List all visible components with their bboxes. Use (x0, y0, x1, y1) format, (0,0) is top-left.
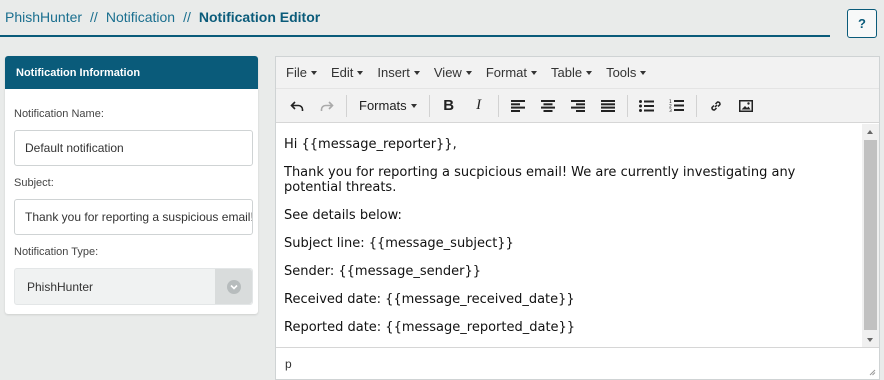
caret-down-icon (531, 70, 537, 75)
resize-handle-icon[interactable] (868, 368, 876, 376)
content-paragraph: Thank you for reporting a sucpicious ema… (284, 165, 796, 195)
menu-insert[interactable]: Insert (373, 65, 430, 80)
editor-statusbar: p (276, 347, 879, 379)
scroll-up-icon[interactable] (867, 130, 873, 134)
bullet-list-icon[interactable] (632, 93, 662, 119)
menu-format[interactable]: Format (482, 65, 547, 80)
element-path[interactable]: p (285, 357, 292, 371)
page-title: Notification Editor (198, 9, 321, 25)
menu-edit-label: Edit (330, 65, 354, 80)
chevron-down-icon (226, 279, 241, 294)
caret-down-icon (640, 70, 647, 75)
editor-toolbar: Formats B I 123 (276, 89, 879, 123)
toolbar-divider (626, 94, 628, 117)
editor-content-area[interactable]: Hi {{message_reporter}}, Thank you for r… (276, 124, 863, 348)
breadcrumb-link-phishhunter[interactable]: PhishHunter (5, 9, 82, 25)
notification-type-label: Notification Type: (14, 246, 99, 258)
caret-down-icon (586, 70, 593, 75)
page-header: PhishHunter // Notification // Notification … (0, 0, 830, 37)
breadcrumb-separator: // (90, 9, 98, 25)
align-left-icon[interactable] (503, 93, 533, 119)
caret-down-icon (410, 103, 417, 108)
scroll-down-icon[interactable] (867, 338, 873, 342)
content-paragraph: Reported date: {{message_reported_date}} (284, 320, 576, 335)
formats-dropdown[interactable]: Formats (351, 93, 425, 119)
numbered-list-icon[interactable]: 123 (662, 93, 692, 119)
formats-label: Formats (359, 98, 407, 113)
image-icon[interactable] (731, 93, 761, 119)
menu-table[interactable]: Table (547, 65, 602, 80)
notification-name-input[interactable]: Default notification (14, 130, 253, 166)
editor-scrollbar[interactable] (862, 124, 879, 348)
breadcrumb: PhishHunter // Notification // Notification … (5, 9, 320, 25)
align-center-icon[interactable] (533, 93, 563, 119)
caret-down-icon (310, 70, 317, 75)
undo-icon[interactable] (282, 93, 312, 119)
toolbar-divider (695, 94, 697, 117)
align-right-icon[interactable] (563, 93, 593, 119)
toolbar-divider (346, 94, 347, 117)
content-paragraph: Sender: {{message_sender}} (284, 264, 481, 279)
menu-file[interactable]: File (282, 65, 327, 80)
menu-view[interactable]: View (430, 65, 482, 80)
notification-type-value: PhishHunter (27, 279, 94, 294)
menu-view-label: View (433, 65, 462, 80)
menu-edit[interactable]: Edit (327, 65, 373, 80)
help-button[interactable]: ? (847, 9, 877, 38)
link-icon[interactable] (701, 93, 731, 119)
scrollbar-thumb[interactable] (864, 140, 877, 330)
menu-format-label: Format (485, 65, 527, 80)
content-paragraph: See details below: (284, 208, 402, 223)
caret-down-icon (465, 70, 472, 75)
menu-file-label: File (286, 65, 307, 80)
caret-down-icon (413, 70, 420, 75)
menu-table-label: Table (551, 65, 583, 80)
subject-input[interactable]: Thank you for reporting a suspicious ema… (14, 199, 253, 235)
italic-icon[interactable]: I (464, 93, 494, 119)
subject-label: Subject: (14, 177, 54, 189)
content-paragraph: Received date: {{message_received_date}} (284, 292, 575, 307)
menu-insert-label: Insert (377, 65, 410, 80)
toolbar-divider (497, 94, 499, 117)
notification-type-select[interactable]: PhishHunter (14, 268, 253, 305)
svg-text:3: 3 (669, 108, 672, 112)
notification-name-label: Notification Name: (14, 108, 104, 120)
menu-tools-label: Tools (606, 65, 637, 80)
notification-editor: File Edit Insert View Format Table Tools… (275, 56, 880, 380)
notification-info-panel: Notification Information Notification Na… (5, 56, 258, 314)
editor-menubar: File Edit Insert View Format Table Tools (276, 57, 879, 89)
select-toggle[interactable] (215, 269, 252, 304)
content-paragraph: Hi {{message_reporter}}, (284, 137, 457, 152)
breadcrumb-link-notification[interactable]: Notification (106, 9, 175, 25)
caret-down-icon (357, 70, 364, 75)
menu-tools[interactable]: Tools (602, 65, 656, 80)
breadcrumb-separator: // (183, 9, 191, 25)
toolbar-divider (428, 94, 430, 117)
align-justify-icon[interactable] (593, 93, 623, 119)
bold-icon[interactable]: B (434, 93, 464, 119)
panel-title: Notification Information (5, 56, 258, 89)
redo-icon[interactable] (312, 93, 342, 119)
content-paragraph: Subject line: {{message_subject}} (284, 236, 514, 251)
